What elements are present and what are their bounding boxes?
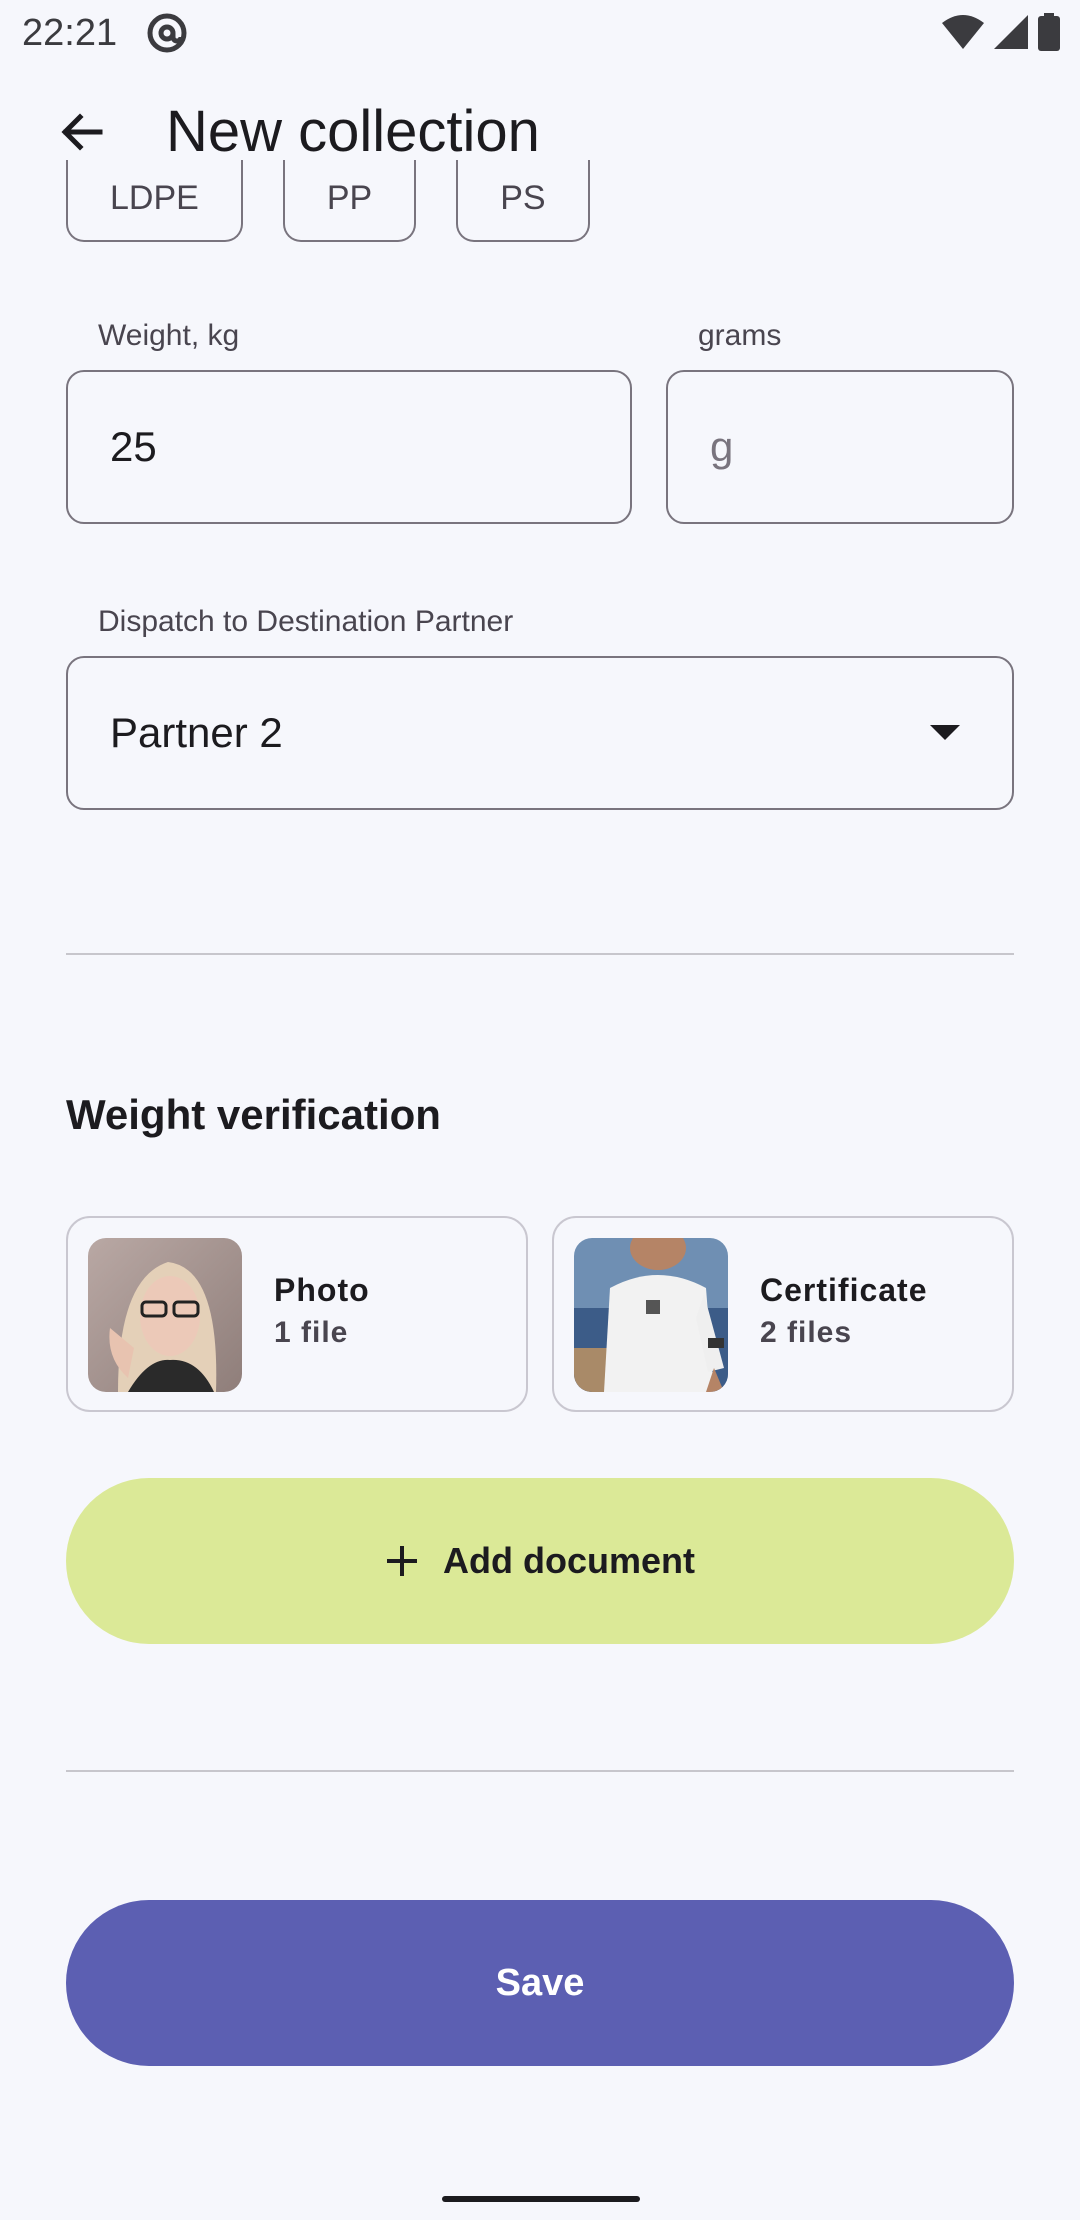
arrow-back-icon bbox=[61, 113, 103, 151]
battery-icon bbox=[1038, 13, 1060, 51]
chip-ldpe[interactable]: LDPE bbox=[66, 160, 243, 242]
save-label: Save bbox=[495, 1961, 585, 2004]
plastic-type-chips: LDPE PP PS bbox=[0, 160, 1080, 242]
dropdown-arrow-icon bbox=[930, 725, 960, 740]
document-file-count: 2 files bbox=[760, 1316, 853, 1349]
add-document-label: Add document bbox=[443, 1540, 695, 1581]
divider bbox=[66, 1770, 1014, 1772]
wifi-icon bbox=[942, 15, 984, 49]
page-title: New collection bbox=[166, 99, 540, 164]
signal-icon bbox=[994, 15, 1028, 49]
grams-placeholder: g bbox=[710, 423, 734, 470]
document-name: Certificate bbox=[760, 1272, 928, 1308]
chip-label: LDPE bbox=[110, 179, 199, 217]
chip-label: PP bbox=[326, 179, 373, 217]
dispatch-selected-value: Partner 2 bbox=[110, 709, 283, 756]
chip-ps[interactable]: PS bbox=[456, 160, 590, 242]
weight-kg-label: Weight, kg bbox=[98, 319, 240, 352]
dispatch-label: Dispatch to Destination Partner bbox=[98, 605, 514, 638]
divider bbox=[66, 953, 1014, 955]
document-thumbnail bbox=[574, 1238, 728, 1392]
back-button[interactable] bbox=[46, 96, 118, 168]
status-icons bbox=[942, 13, 1060, 51]
plus-icon bbox=[387, 1546, 417, 1576]
grams-input[interactable]: g bbox=[666, 370, 1014, 524]
grams-label: grams bbox=[698, 319, 782, 352]
weight-kg-input[interactable]: 25 bbox=[66, 370, 632, 524]
dispatch-partner-select[interactable]: Partner 2 bbox=[66, 656, 1014, 810]
section-title-weight-verification: Weight verification bbox=[66, 1091, 441, 1138]
document-name: Photo bbox=[274, 1272, 370, 1308]
document-card-photo[interactable]: Photo 1 file bbox=[66, 1216, 528, 1412]
gesture-nav-handle[interactable] bbox=[442, 2196, 640, 2202]
at-sign-icon bbox=[146, 12, 188, 54]
chip-pp[interactable]: PP bbox=[282, 160, 417, 242]
document-file-count: 1 file bbox=[274, 1316, 349, 1349]
document-thumbnail bbox=[88, 1238, 242, 1392]
save-button[interactable]: Save bbox=[66, 1900, 1014, 2066]
add-document-button[interactable]: Add document bbox=[66, 1478, 1014, 1644]
weight-kg-value: 25 bbox=[110, 423, 157, 470]
chip-label: PS bbox=[500, 179, 546, 217]
status-time: 22:21 bbox=[22, 12, 118, 54]
document-card-certificate[interactable]: Certificate 2 files bbox=[552, 1216, 1014, 1412]
